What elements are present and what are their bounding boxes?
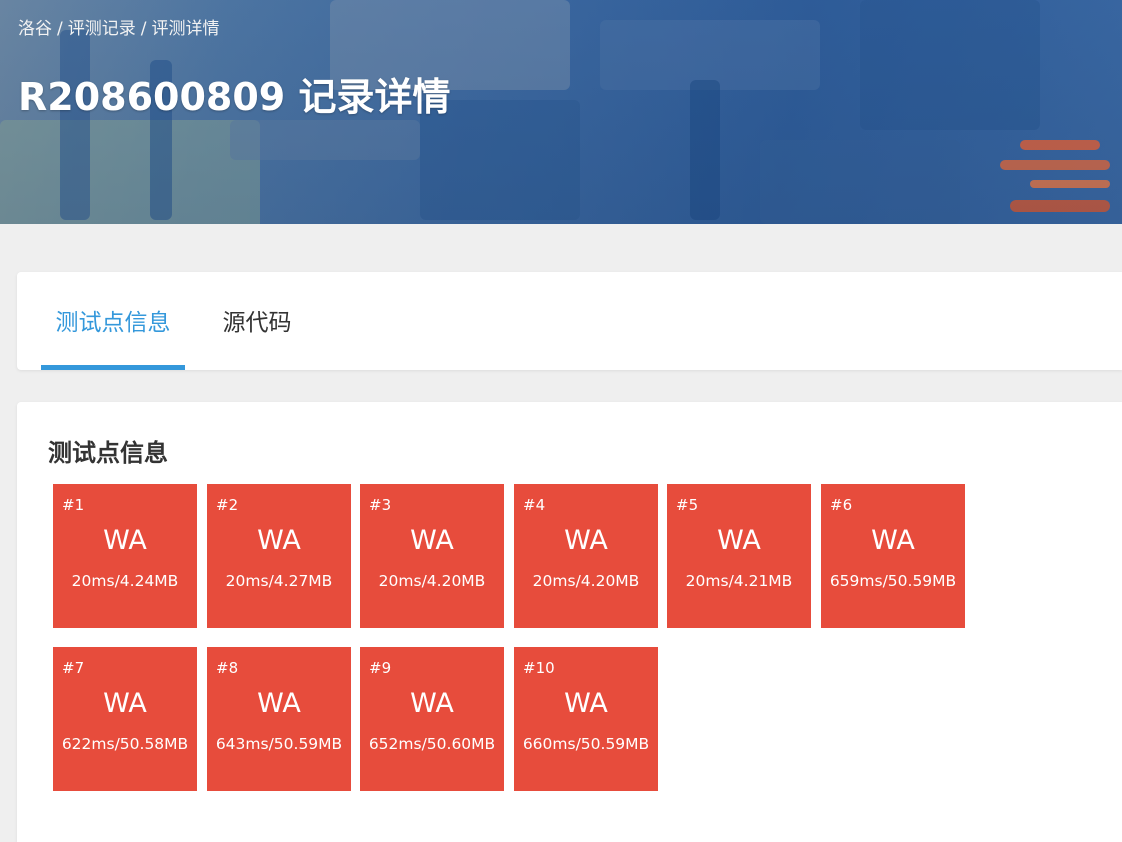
testcase-number: #6 (830, 496, 853, 514)
testcase-tile[interactable]: #2 WA 20ms/4.27MB (207, 484, 351, 628)
breadcrumb: 洛谷 / 评测记录 / 评测详情 (18, 14, 219, 39)
testcase-time-memory: 20ms/4.27MB (225, 572, 333, 590)
testcase-time-memory: 659ms/50.59MB (829, 572, 957, 590)
testcase-status: WA (717, 525, 761, 556)
testcase-time-memory: 20ms/4.20MB (532, 572, 640, 590)
testcase-status: WA (564, 688, 608, 719)
testcase-status: WA (564, 525, 608, 556)
testcase-tile[interactable]: #5 WA 20ms/4.21MB (667, 484, 811, 628)
testcase-tile[interactable]: #4 WA 20ms/4.20MB (514, 484, 658, 628)
testcase-status: WA (103, 688, 147, 719)
testcase-status: WA (257, 525, 301, 556)
testcase-number: #3 (369, 496, 392, 514)
testcase-time-memory: 20ms/4.24MB (71, 572, 179, 590)
page-title: R208600809 记录详情 (18, 75, 451, 119)
testcase-status: WA (257, 688, 301, 719)
testcase-status: WA (410, 688, 454, 719)
testcase-status: WA (103, 525, 147, 556)
testcase-number: #8 (216, 659, 239, 677)
breadcrumb-separator: / (57, 19, 63, 39)
testcase-tile[interactable]: #9 WA 652ms/50.60MB (360, 647, 504, 791)
testcase-tile[interactable]: #10 WA 660ms/50.59MB (514, 647, 658, 791)
active-tab-indicator (41, 365, 185, 370)
testcase-time-memory: 660ms/50.59MB (522, 735, 650, 753)
breadcrumb-current: 评测详情 (151, 19, 220, 39)
breadcrumb-separator: / (140, 19, 147, 39)
testcase-time-memory: 622ms/50.58MB (61, 735, 189, 753)
testcase-number: #10 (523, 659, 555, 677)
testcase-tile[interactable]: #7 WA 622ms/50.58MB (53, 647, 197, 791)
breadcrumb-records-link[interactable]: 评测记录 (68, 19, 136, 39)
testcase-number: #4 (523, 496, 546, 514)
testcase-time-memory: 20ms/4.20MB (378, 572, 486, 590)
testcase-time-memory: 20ms/4.21MB (685, 572, 793, 590)
tab-bar: 测试点信息 源代码 (17, 272, 1122, 370)
section-title: 测试点信息 (48, 439, 168, 467)
header-banner: 洛谷 / 评测记录 / 评测详情 R208600809 记录详情 (0, 0, 1122, 224)
testcase-status: WA (410, 525, 454, 556)
testcase-status: WA (871, 525, 915, 556)
testcase-panel: 测试点信息 #1 WA 20ms/4.24MB #2 WA 20ms/4.27MB #3 WA… (17, 402, 1122, 842)
breadcrumb-home-link[interactable]: 洛谷 (18, 19, 52, 39)
testcase-tile[interactable]: #3 WA 20ms/4.20MB (360, 484, 504, 628)
tab-source-code[interactable]: 源代码 (207, 272, 307, 370)
testcase-number: #1 (62, 496, 85, 514)
testcase-time-memory: 643ms/50.59MB (215, 735, 343, 753)
tab-testcase-info[interactable]: 测试点信息 (41, 272, 185, 370)
testcase-tile[interactable]: #8 WA 643ms/50.59MB (207, 647, 351, 791)
testcase-number: #9 (369, 659, 392, 677)
testcase-number: #2 (216, 496, 239, 514)
testcase-tile[interactable]: #1 WA 20ms/4.24MB (53, 484, 197, 628)
testcase-number: #5 (676, 496, 699, 514)
testcase-number: #7 (62, 659, 85, 677)
testcase-tile[interactable]: #6 WA 659ms/50.59MB (821, 484, 965, 628)
testcase-time-memory: 652ms/50.60MB (368, 735, 496, 753)
